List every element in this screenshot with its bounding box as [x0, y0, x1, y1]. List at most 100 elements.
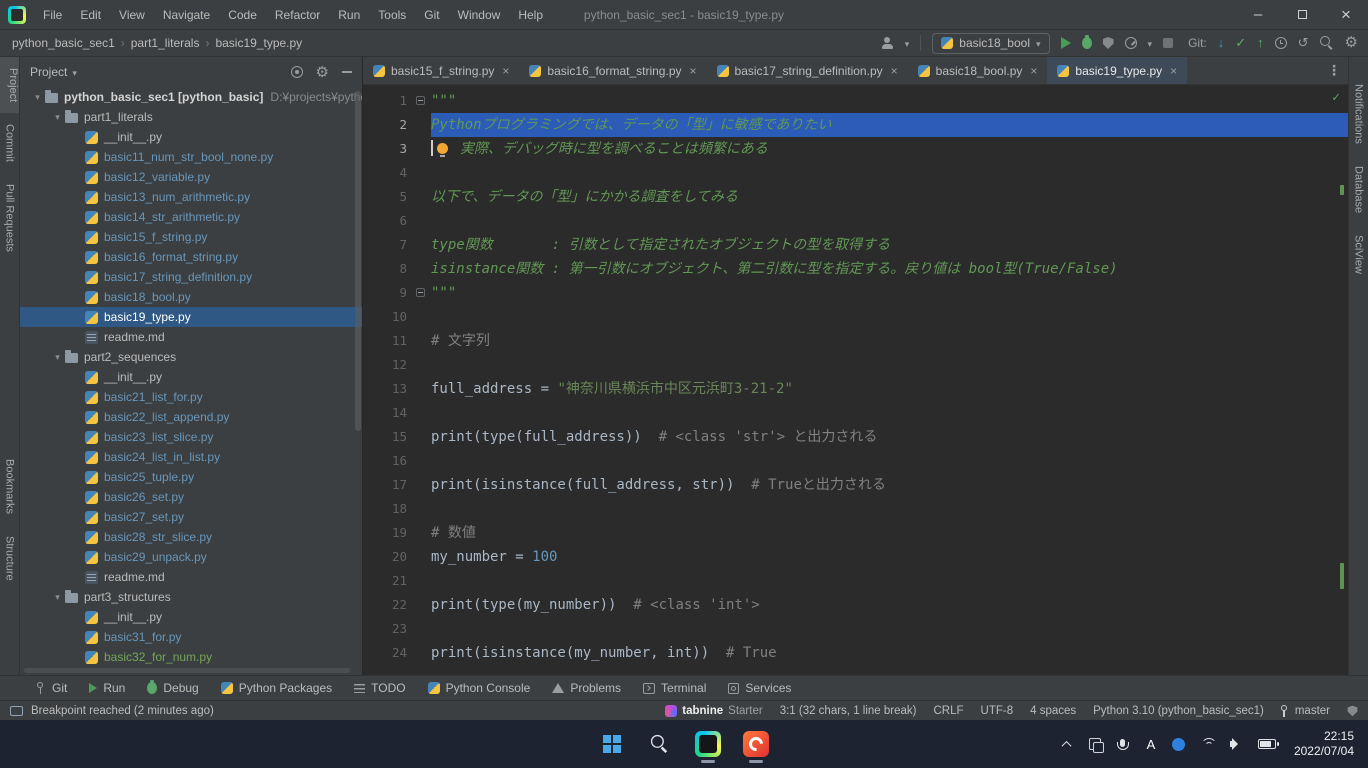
tree-item-basic31-for-py[interactable]: basic31_for.py	[20, 627, 362, 647]
project-scrollbar[interactable]	[355, 91, 361, 431]
tool-button-run[interactable]: Run	[78, 676, 136, 700]
tree-item-readme-md[interactable]: readme.md	[20, 567, 362, 587]
tree-item-basic22-list-append-py[interactable]: basic22_list_append.py	[20, 407, 362, 427]
git-branch-widget[interactable]: master	[1281, 705, 1330, 717]
taskbar-pycharm-button[interactable]	[688, 724, 728, 764]
tray-expand-button[interactable]	[1060, 741, 1074, 748]
run-config-selector[interactable]: basic18_bool	[932, 33, 1049, 54]
status-message[interactable]: Breakpoint reached (2 minutes ago)	[31, 705, 214, 717]
code-line-15[interactable]: 15print(type(full_address)) # <class 'st…	[363, 425, 1348, 449]
project-horizontal-scrollbar[interactable]	[24, 668, 350, 673]
tool-button-todo[interactable]: TODO	[343, 676, 416, 700]
code-line-3[interactable]: 3 実際、デバッグ時に型を調べることは頻繁にある	[363, 137, 1348, 161]
code-line-14[interactable]: 14	[363, 401, 1348, 425]
editor-tab-basic17-string-definition-py[interactable]: basic17_string_definition.py×	[707, 57, 908, 84]
tree-item-basic24-list-in-list-py[interactable]: basic24_list_in_list.py	[20, 447, 362, 467]
chevron-down-icon[interactable]: ▾	[50, 112, 65, 123]
menu-refactor[interactable]: Refactor	[266, 0, 329, 30]
battery-button[interactable]	[1258, 739, 1276, 749]
tool-button-debug[interactable]: Debug	[136, 676, 209, 700]
tree-item-python-basic-sec1-python-basic[interactable]: ▾python_basic_sec1 [python_basic]D:¥proj…	[20, 87, 362, 107]
breadcrumb-item-python-basic-sec1[interactable]: python_basic_sec1	[10, 36, 117, 50]
code-line-18[interactable]: 18	[363, 497, 1348, 521]
code-line-1[interactable]: 1"""	[363, 89, 1348, 113]
code-line-11[interactable]: 11# 文字列	[363, 329, 1348, 353]
tree-item-basic25-tuple-py[interactable]: basic25_tuple.py	[20, 467, 362, 487]
tree-item-basic19-type-py[interactable]: basic19_type.py	[20, 307, 362, 327]
tab-close-icon[interactable]: ×	[690, 64, 697, 78]
tool-button-services[interactable]: Services	[717, 676, 802, 700]
tool-stripe-pull-requests[interactable]: Pull Requests	[4, 173, 16, 263]
taskbar-search-button[interactable]	[640, 724, 680, 764]
tool-button-python-packages[interactable]: Python Packages	[210, 676, 343, 700]
editor[interactable]: 1"""2Pythonプログラミングでは、データの「型」に敏感でありたい3 実際…	[363, 85, 1348, 675]
settings-gear-icon[interactable]	[1345, 35, 1358, 51]
git-update-button[interactable]	[1218, 35, 1225, 51]
menu-run[interactable]: Run	[329, 0, 369, 30]
tree-item-basic23-list-slice-py[interactable]: basic23_list_slice.py	[20, 427, 362, 447]
caret-position[interactable]: 3:1 (32 chars, 1 line break)	[780, 705, 917, 717]
protection-shield-icon[interactable]	[1348, 705, 1358, 716]
tree-item-part2-sequences[interactable]: ▾part2_sequences	[20, 347, 362, 367]
code-line-9[interactable]: 9"""	[363, 281, 1348, 305]
debug-button[interactable]	[1082, 37, 1092, 49]
code-line-6[interactable]: 6	[363, 209, 1348, 233]
code-line-22[interactable]: 22print(type(my_number)) # <class 'int'>	[363, 593, 1348, 617]
menu-navigate[interactable]: Navigate	[154, 0, 219, 30]
code-line-23[interactable]: 23	[363, 617, 1348, 641]
tool-stripe-commit[interactable]: Commit	[4, 113, 16, 173]
code-line-19[interactable]: 19# 数値	[363, 521, 1348, 545]
breadcrumb-item-part1-literals[interactable]: part1_literals	[129, 36, 202, 50]
code-line-13[interactable]: 13full_address = "神奈川県横浜市中区元浜町3-21-2"	[363, 377, 1348, 401]
menu-code[interactable]: Code	[219, 0, 266, 30]
fold-icon[interactable]	[416, 96, 425, 105]
code-line-21[interactable]: 21	[363, 569, 1348, 593]
tree-item-basic28-str-slice-py[interactable]: basic28_str_slice.py	[20, 527, 362, 547]
tool-stripe-notifications[interactable]: Notifications	[1353, 73, 1365, 155]
menu-file[interactable]: File	[34, 0, 71, 30]
chevron-down-icon[interactable]: ▾	[50, 592, 65, 603]
menu-edit[interactable]: Edit	[71, 0, 110, 30]
code-line-24[interactable]: 24print(isinstance(my_number, int)) # Tr…	[363, 641, 1348, 665]
tree-item-basic13-num-arithmetic-py[interactable]: basic13_num_arithmetic.py	[20, 187, 362, 207]
microphone-button[interactable]	[1116, 739, 1130, 750]
tree-item-init-py[interactable]: __init__.py	[20, 127, 362, 147]
tool-stripe-sciview[interactable]: SciView	[1353, 224, 1365, 285]
network-button[interactable]	[1200, 738, 1216, 750]
code-line-4[interactable]: 4	[363, 161, 1348, 185]
minimize-button[interactable]	[1236, 0, 1280, 29]
menu-view[interactable]: View	[110, 0, 154, 30]
profiler-button[interactable]	[1125, 37, 1137, 49]
locate-file-icon[interactable]	[291, 66, 303, 78]
menu-help[interactable]: Help	[509, 0, 552, 30]
chevron-down-icon[interactable]: ▾	[30, 92, 45, 103]
coverage-button[interactable]	[1103, 37, 1114, 49]
tree-item-basic15-f-string-py[interactable]: basic15_f_string.py	[20, 227, 362, 247]
settings-gear-icon[interactable]	[316, 65, 329, 80]
code-line-20[interactable]: 20my_number = 100	[363, 545, 1348, 569]
git-push-button[interactable]	[1257, 35, 1264, 51]
tool-stripe-bookmarks[interactable]: Bookmarks	[4, 448, 16, 525]
user-icon[interactable]	[881, 37, 894, 49]
code-line-10[interactable]: 10	[363, 305, 1348, 329]
maximize-button[interactable]	[1280, 0, 1324, 29]
tool-stripe-project[interactable]: Project	[0, 57, 19, 113]
menu-window[interactable]: Window	[449, 0, 510, 30]
tool-stripe-structure[interactable]: Structure	[4, 525, 16, 592]
tree-item-part1-literals[interactable]: ▾part1_literals	[20, 107, 362, 127]
tree-item-readme-md[interactable]: readme.md	[20, 327, 362, 347]
tray-status-button[interactable]	[1172, 738, 1186, 751]
tree-item-basic17-string-definition-py[interactable]: basic17_string_definition.py	[20, 267, 362, 287]
undo-button[interactable]	[1298, 35, 1309, 51]
tool-button-problems[interactable]: Problems	[541, 676, 632, 700]
tab-close-icon[interactable]: ×	[1030, 64, 1037, 78]
editor-tab-basic18-bool-py[interactable]: basic18_bool.py×	[908, 57, 1048, 84]
event-log-icon[interactable]	[10, 706, 23, 716]
tool-stripe-database[interactable]: Database	[1353, 155, 1365, 224]
editor-tab-basic15-f-string-py[interactable]: basic15_f_string.py×	[363, 57, 519, 84]
tree-item-part3-structures[interactable]: ▾part3_structures	[20, 587, 362, 607]
tree-item-init-py[interactable]: __init__.py	[20, 607, 362, 627]
project-panel-title[interactable]: Project	[30, 65, 67, 79]
chevron-down-icon[interactable]	[905, 34, 910, 52]
git-commit-button[interactable]	[1235, 35, 1246, 51]
